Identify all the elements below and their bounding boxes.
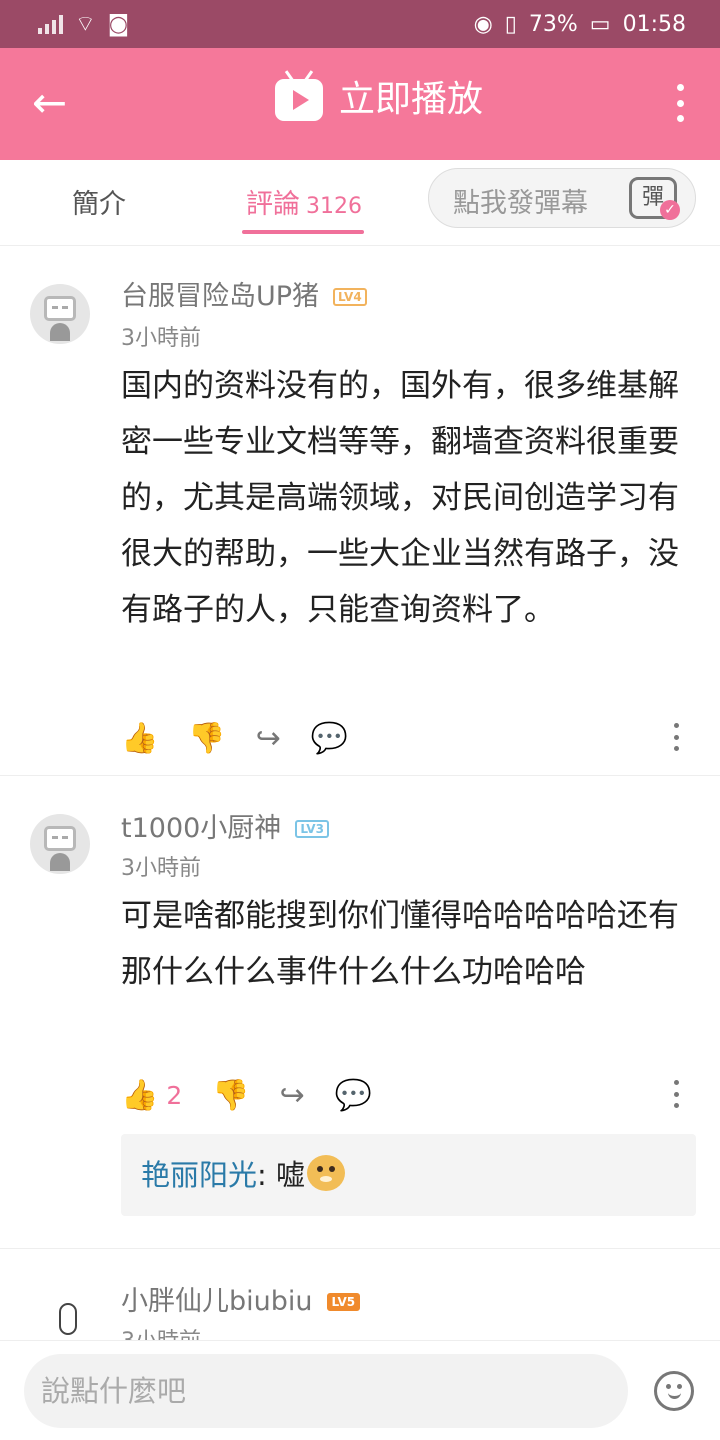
status-right: ◉ ▯ 73% ▭ 01:58 xyxy=(474,12,686,37)
reply-text: 嘘 xyxy=(276,1158,306,1192)
instagram-icon: ◙ xyxy=(107,11,130,37)
thumb-down-icon[interactable]: 👎 xyxy=(212,1078,249,1113)
status-time: 01:58 xyxy=(622,11,686,37)
status-bar: ⌔ ◙ ◉ ▯ 73% ▭ 01:58 xyxy=(0,0,720,48)
thumb-up-icon: 👍 xyxy=(121,1077,159,1113)
doge-emoji-icon xyxy=(307,1155,346,1191)
reply-user[interactable]: 艳丽阳光 xyxy=(141,1158,257,1192)
comment-input[interactable]: 說點什麼吧 xyxy=(24,1354,628,1428)
reply-preview[interactable]: 艳丽阳光: 嘘 xyxy=(121,1134,696,1216)
comment-actions: 👍 2 👎 ↪ 💬 xyxy=(121,1076,372,1114)
reply-separator: : xyxy=(257,1158,277,1192)
comment-input-bar: 說點什麼吧 xyxy=(0,1340,720,1440)
comment-icon[interactable]: 💬 xyxy=(335,1078,372,1113)
app-bar: ← 立即播放 xyxy=(0,48,720,160)
user-name: 台服冒险岛UP猪 xyxy=(121,281,320,312)
signal-icon xyxy=(38,14,63,34)
comment-time: 3小時前 xyxy=(121,1323,201,1341)
play-title-button[interactable]: 立即播放 xyxy=(275,76,483,124)
level-badge: LV3 xyxy=(295,820,329,838)
comment-user[interactable]: 小胖仙儿biubiu LV5 xyxy=(121,1279,361,1318)
avatar[interactable] xyxy=(30,814,90,874)
level-badge: LV4 xyxy=(333,288,367,306)
like-count: 2 xyxy=(166,1080,183,1110)
tab-comments-label: 評論 xyxy=(246,189,300,220)
danmu-label: 點我發彈幕 xyxy=(453,188,588,219)
back-arrow-icon[interactable]: ← xyxy=(32,78,82,128)
danmu-icon: 彈 ✓ xyxy=(629,177,680,220)
avatar[interactable] xyxy=(30,284,90,344)
comment-count: 3126 xyxy=(306,194,362,219)
comment-item: 台服冒险岛UP猪 LV4 3小時前 国内的资料没有的，国外有，很多维基解密一些专业… xyxy=(0,246,720,776)
tab-bar: 簡介 評論 3126 點我發彈幕 彈 ✓ xyxy=(0,160,720,246)
thumb-up-button[interactable]: 👍 2 xyxy=(121,1078,182,1113)
comment-time: 3小時前 xyxy=(121,856,201,881)
avatar[interactable] xyxy=(42,1303,82,1341)
comment-user[interactable]: 台服冒险岛UP猪 LV4 xyxy=(121,274,367,313)
user-name: t1000小厨神 xyxy=(121,813,282,844)
battery-icon: ▭ xyxy=(589,11,611,37)
thumb-down-icon[interactable]: 👎 xyxy=(188,721,225,756)
comment-time: 3小時前 xyxy=(121,326,201,351)
vibrate-icon: ▯ xyxy=(504,11,517,37)
comment-item: t1000小厨神 LV3 3小時前 可是啥都能搜到你们懂得哈哈哈哈哈还有那什么什么… xyxy=(0,776,720,1249)
comment-actions: 👍 👎 ↪ 💬 xyxy=(121,719,348,757)
check-icon: ✓ xyxy=(660,200,680,220)
page-title: 立即播放 xyxy=(339,79,484,120)
comment-more-icon[interactable] xyxy=(674,723,680,751)
user-name: 小胖仙儿biubiu xyxy=(121,1286,313,1317)
active-tab-indicator xyxy=(242,230,364,234)
thumb-up-icon[interactable]: 👍 xyxy=(121,721,158,756)
share-icon[interactable]: ↪ xyxy=(256,721,281,756)
tab-comments[interactable]: 評論 3126 xyxy=(246,182,362,221)
emoji-icon[interactable] xyxy=(654,1371,694,1411)
comment-text: 国内的资料没有的，国外有，很多维基解密一些专业文档等等，翻墙查资料很重要的，尤其… xyxy=(121,368,679,628)
tv-play-icon xyxy=(275,79,323,121)
danmu-button[interactable]: 點我發彈幕 彈 ✓ xyxy=(428,168,696,228)
comment-item: 小胖仙儿biubiu LV5 3小時前 xyxy=(0,1249,720,1341)
share-icon[interactable]: ↪ xyxy=(280,1078,305,1113)
tab-intro[interactable]: 簡介 xyxy=(72,182,126,221)
comment-icon[interactable]: 💬 xyxy=(311,721,348,756)
wifi-icon: ⌔ xyxy=(75,12,96,37)
level-badge: LV5 xyxy=(326,1293,361,1311)
more-vertical-icon[interactable] xyxy=(677,84,685,122)
eye-icon: ◉ xyxy=(473,11,493,37)
status-left: ⌔ ◙ xyxy=(38,10,129,38)
battery-percentage: 73% xyxy=(528,11,578,37)
comment-user[interactable]: t1000小厨神 LV3 xyxy=(121,806,329,845)
comment-text: 可是啥都能搜到你们懂得哈哈哈哈哈还有那什么什么事件什么什么功哈哈哈 xyxy=(121,898,679,990)
comment-more-icon[interactable] xyxy=(674,1080,680,1108)
